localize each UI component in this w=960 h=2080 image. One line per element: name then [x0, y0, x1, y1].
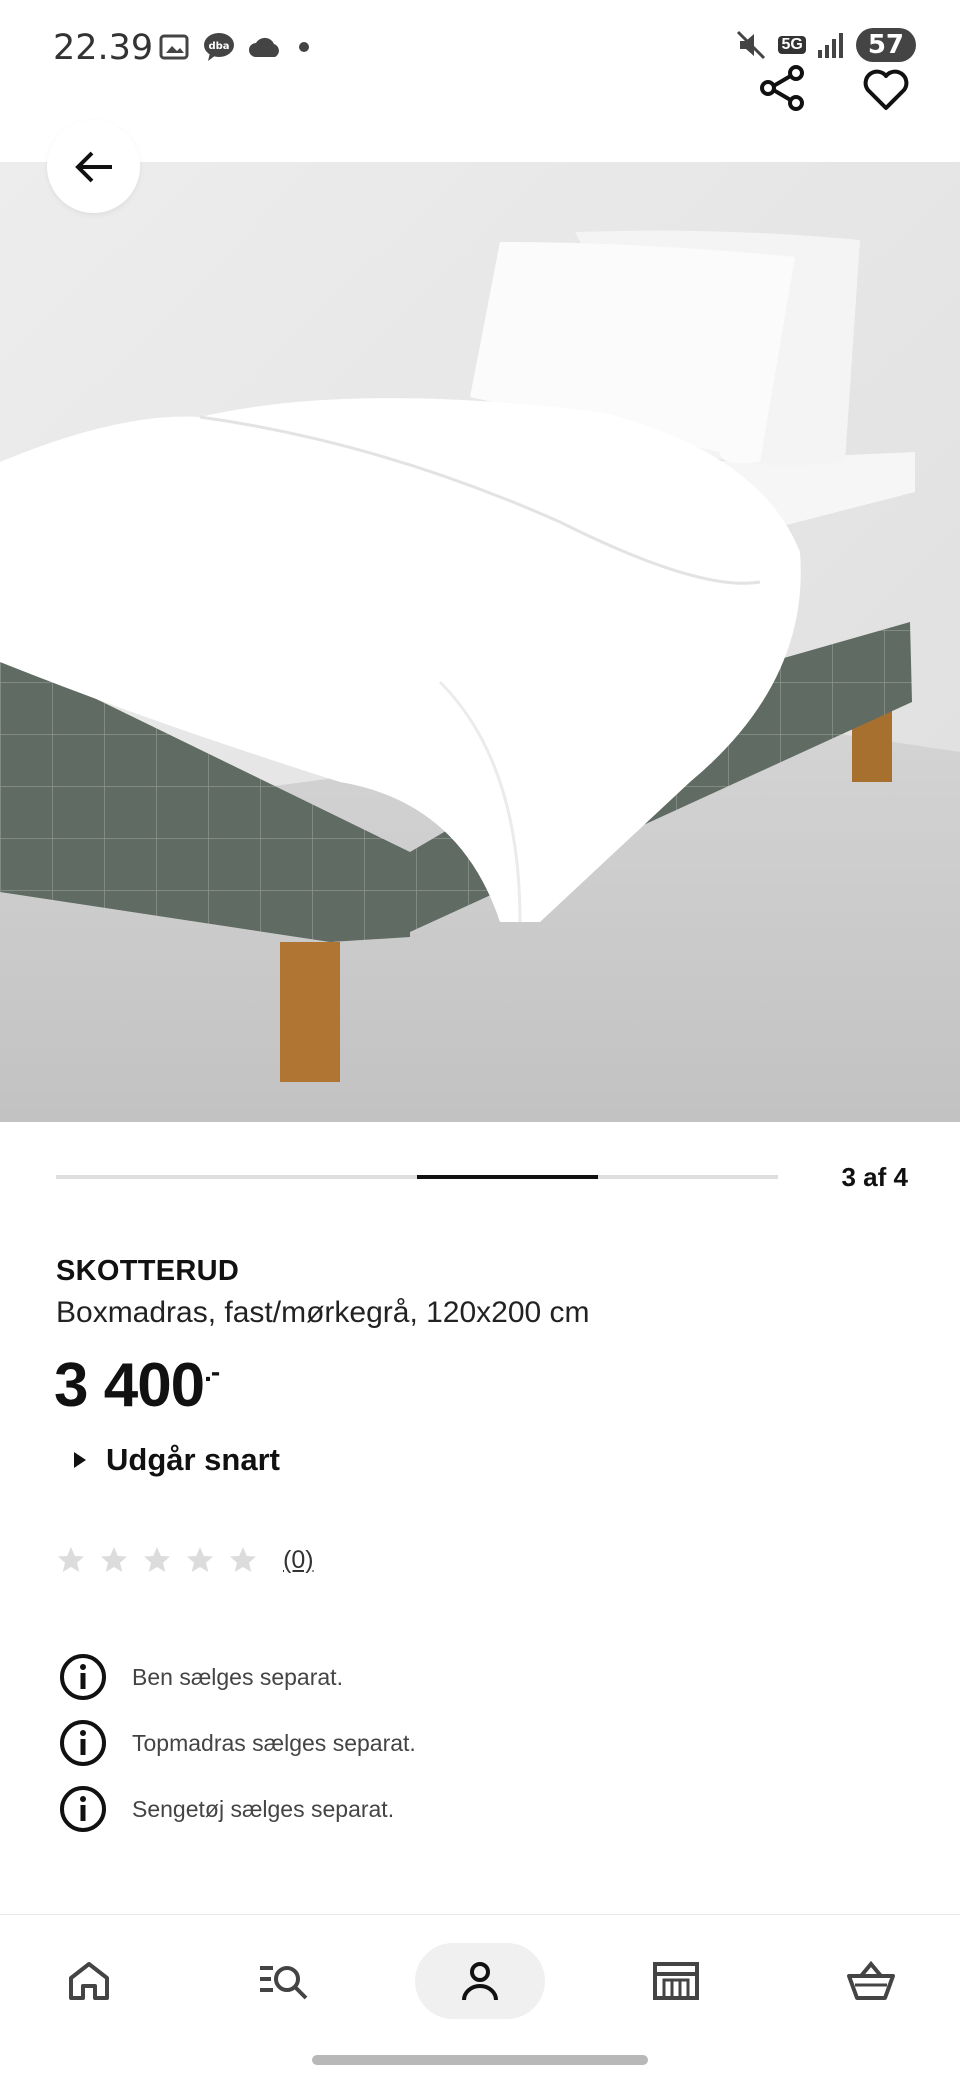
triangle-right-icon — [74, 1452, 86, 1468]
svg-text:dba: dba — [208, 41, 229, 52]
price-value: 3 400 — [54, 1351, 205, 1420]
mute-icon — [737, 30, 766, 60]
star-icon — [230, 1547, 256, 1572]
star-icon — [187, 1547, 213, 1572]
nav-home[interactable] — [24, 1943, 154, 2019]
price-suffix: .- — [204, 1356, 220, 1387]
rating[interactable]: (0) — [56, 1545, 314, 1575]
basket-icon — [847, 1960, 895, 2000]
rating-count[interactable]: (0) — [283, 1546, 314, 1575]
person-icon — [462, 1962, 498, 2001]
availability-label: Udgår snart — [106, 1442, 280, 1477]
info-icon — [60, 1786, 106, 1832]
store-icon — [653, 1962, 699, 2000]
carousel-counter: 3 af 4 — [841, 1162, 909, 1192]
nav-cart[interactable] — [806, 1943, 936, 2019]
signal-icon — [817, 33, 843, 58]
bed-photo — [0, 162, 960, 1122]
info-icon — [60, 1720, 106, 1766]
note-item: Ben sælges separat. — [58, 1644, 416, 1710]
image-carousel-indicator: 3 af 4 — [56, 1162, 908, 1192]
home-indicator[interactable] — [312, 2055, 648, 2065]
share-button[interactable] — [756, 62, 808, 114]
note-item: Topmadras sælges separat. — [58, 1710, 416, 1776]
nav-store[interactable] — [611, 1943, 741, 2019]
product-price: 3 400.- — [54, 1350, 220, 1421]
info-icon — [60, 1654, 106, 1700]
note-text: Topmadras sælges separat. — [132, 1729, 416, 1756]
availability-toggle[interactable]: Udgår snart — [74, 1442, 280, 1478]
nav-search[interactable] — [219, 1943, 349, 2019]
star-icon — [58, 1547, 84, 1572]
gallery-icon — [159, 34, 189, 60]
cloud-icon — [249, 37, 279, 57]
rating-stars — [56, 1545, 271, 1575]
product-brand: SKOTTERUD — [56, 1255, 240, 1287]
note-item: Sengetøj sælges separat. — [58, 1776, 416, 1842]
carousel-track — [56, 1175, 778, 1179]
network-5g-icon: 5G — [778, 36, 806, 54]
home-icon — [69, 1962, 109, 2000]
share-icon — [760, 65, 804, 111]
favorite-button[interactable] — [860, 64, 912, 116]
back-button[interactable] — [47, 120, 140, 213]
battery-icon: 57 — [855, 28, 916, 62]
star-icon — [144, 1547, 170, 1572]
note-text: Ben sælges separat. — [132, 1663, 343, 1690]
product-description: Boxmadras, fast/mørkegrå, 120x200 cm — [56, 1296, 590, 1329]
heart-icon — [863, 69, 909, 110]
nav-profile[interactable] — [415, 1943, 545, 2019]
carousel-progress — [417, 1175, 598, 1179]
search-list-icon — [260, 1966, 308, 2000]
dot-icon — [299, 42, 309, 52]
note-text: Sengetøj sælges separat. — [132, 1795, 395, 1822]
arrow-left-icon — [74, 151, 112, 182]
status-icons-right: 5G 57 — [734, 28, 916, 62]
dba-chat-icon: dba — [204, 33, 234, 61]
status-icons-left: dba — [158, 31, 314, 63]
status-bar: 22.39 dba 5G 57 — [0, 0, 960, 100]
status-time: 22.39 — [53, 28, 154, 68]
product-notes: Ben sælges separat. Topmadras sælges sep… — [58, 1644, 416, 1842]
star-icon — [101, 1547, 127, 1572]
product-image[interactable] — [0, 162, 960, 1122]
